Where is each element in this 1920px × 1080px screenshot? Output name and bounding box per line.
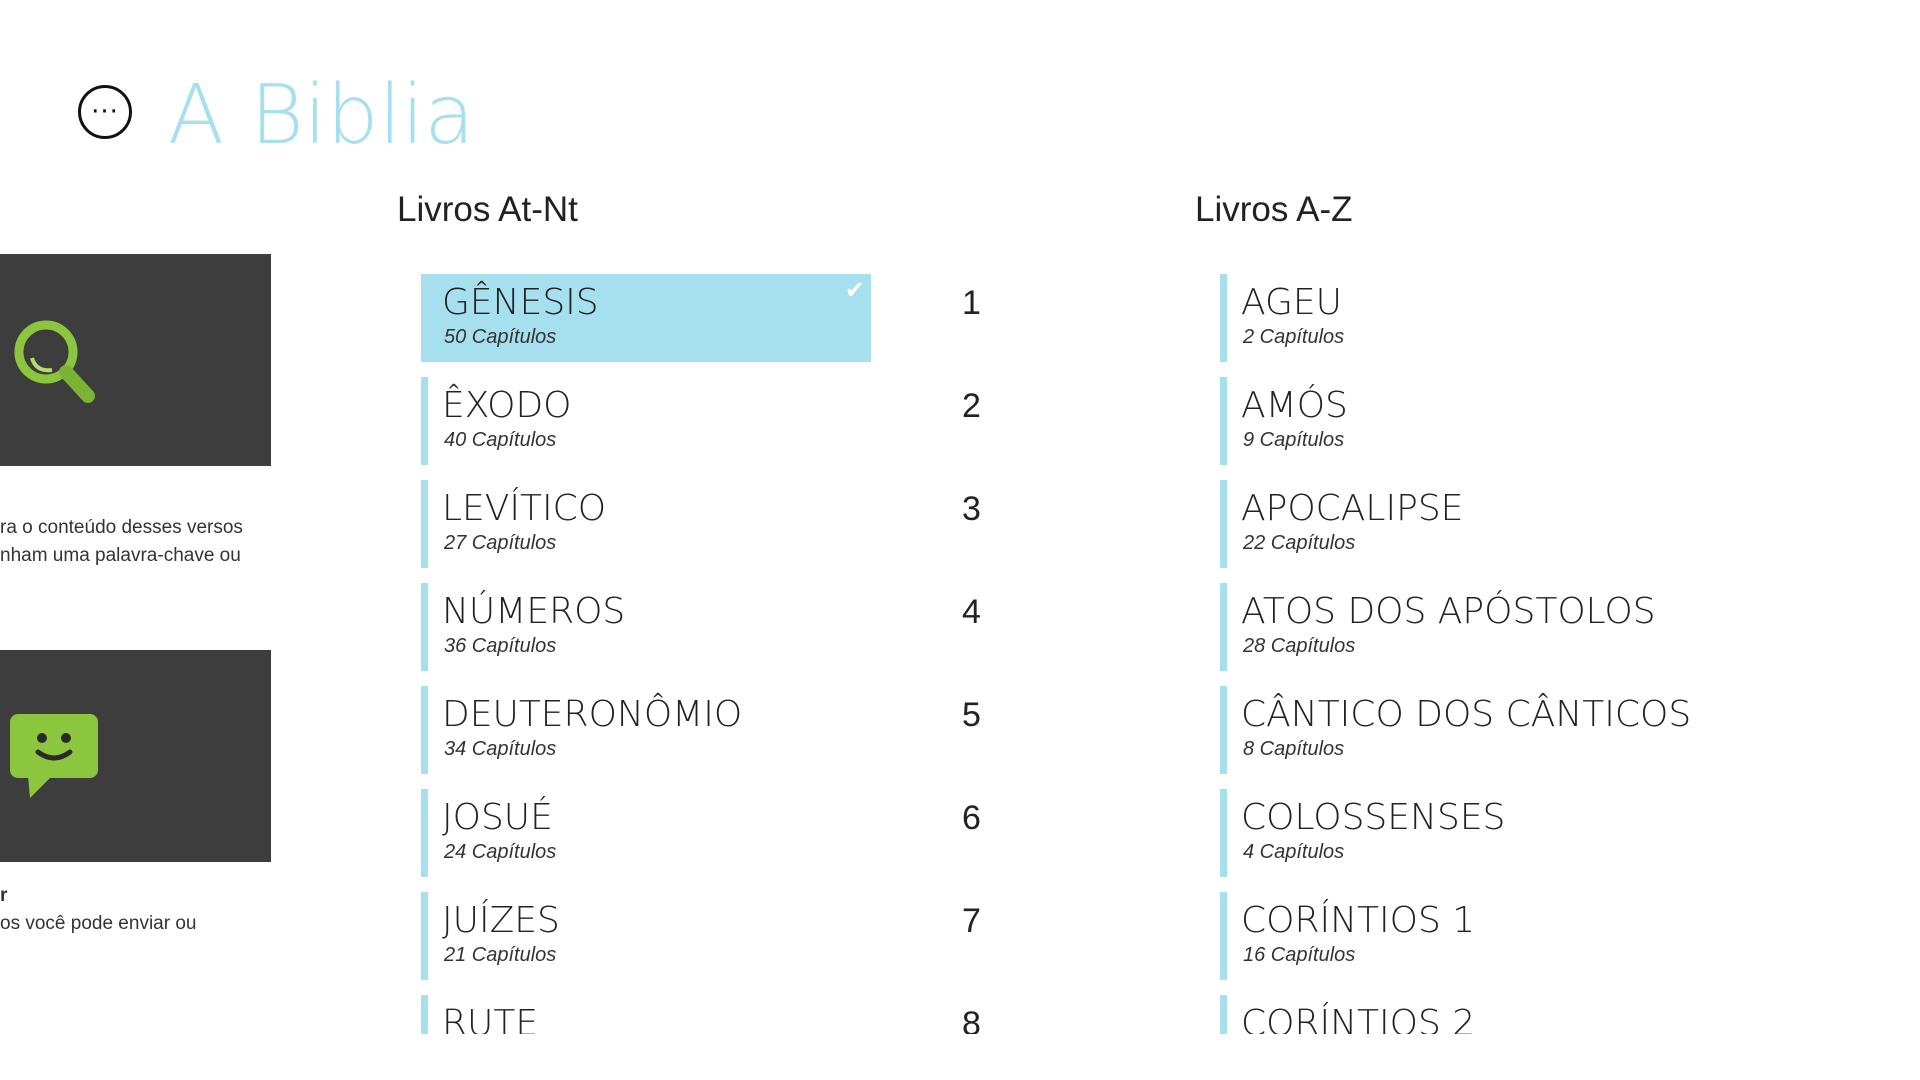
book-item-rute[interactable]: RUTE 8: [421, 995, 1001, 1034]
book-number: 6: [962, 799, 981, 837]
book-item-numeros[interactable]: NÚMEROS 36 Capítulos 4: [421, 583, 1001, 671]
more-options-button[interactable]: ···: [78, 85, 132, 139]
book-name: RUTE: [442, 1003, 539, 1034]
books-list-a-z[interactable]: AGEU 2 Capítulos AMÓS 9 Capítulos APOCAL…: [1220, 274, 1820, 1034]
book-number: 4: [962, 593, 981, 631]
book-name: CÂNTICO DOS CÂNTICOS: [1241, 694, 1692, 735]
book-chapters: 16 Capítulos: [1243, 944, 1356, 966]
checkmark-icon: ✔: [844, 276, 865, 304]
magnifier-icon: [14, 320, 95, 403]
book-number: 8: [962, 1005, 981, 1034]
book-item-levitico[interactable]: LEVÍTICO 27 Capítulos 3: [421, 480, 1001, 568]
book-name: JOSUÉ: [442, 797, 553, 838]
book-item-exodo[interactable]: ÊXODO 40 Capítulos 2: [421, 377, 1001, 465]
share-feature-tile[interactable]: [0, 650, 271, 862]
books-list-at-nt[interactable]: GÊNESIS 50 Capítulos ✔ 1 ÊXODO 40 Capítu…: [421, 274, 1001, 1034]
book-name: NÚMEROS: [442, 591, 626, 632]
section-heading-a-z: Livros A-Z: [1195, 190, 1353, 229]
book-chapters: 24 Capítulos: [444, 841, 557, 863]
book-name: ATOS DOS APÓSTOLOS: [1241, 591, 1656, 632]
book-chapters: 34 Capítulos: [444, 738, 557, 760]
book-name: JUÍZES: [442, 900, 560, 941]
book-item-ageu[interactable]: AGEU 2 Capítulos: [1220, 274, 1820, 362]
book-item-amos[interactable]: AMÓS 9 Capítulos: [1220, 377, 1820, 465]
book-name: AMÓS: [1241, 385, 1348, 426]
book-item-corintios-1[interactable]: CORÍNTIOS 1 16 Capítulos: [1220, 892, 1820, 980]
book-number: 3: [962, 490, 981, 528]
book-chapters: 22 Capítulos: [1243, 532, 1356, 554]
book-chapters: 36 Capítulos: [444, 635, 557, 657]
search-feature-tile[interactable]: [0, 254, 271, 466]
book-chapters: 27 Capítulos: [444, 532, 557, 554]
book-item-deuteronomio[interactable]: DEUTERONÔMIO 34 Capítulos 5: [421, 686, 1001, 774]
book-number: 1: [962, 284, 981, 322]
book-chapters: 4 Capítulos: [1243, 841, 1345, 863]
book-item-genesis[interactable]: GÊNESIS 50 Capítulos ✔ 1: [421, 274, 981, 362]
book-chapters: 9 Capítulos: [1243, 429, 1345, 451]
book-name: DEUTERONÔMIO: [442, 694, 743, 735]
book-item-apocalipse[interactable]: APOCALIPSE 22 Capítulos: [1220, 480, 1820, 568]
book-item-juizes[interactable]: JUÍZES 21 Capítulos 7: [421, 892, 1001, 980]
app-title: A Biblia: [168, 68, 475, 163]
book-name: CORÍNTIOS 1: [1241, 900, 1476, 941]
book-name: GÊNESIS: [442, 282, 599, 323]
book-name: AGEU: [1241, 282, 1342, 323]
share-feature-description: r os você pode enviar ou: [0, 885, 197, 934]
book-name: ÊXODO: [442, 385, 572, 426]
book-chapters: 40 Capítulos: [444, 429, 557, 451]
book-name: LEVÍTICO: [442, 488, 607, 529]
ellipsis-icon: ···: [91, 97, 119, 127]
book-name: COLOSSENSES: [1241, 797, 1506, 838]
search-feature-description: ra o conteúdo desses versos nham uma pal…: [0, 517, 243, 566]
book-item-corintios-2[interactable]: CORÍNTIOS 2: [1220, 995, 1820, 1034]
section-heading-at-nt: Livros At-Nt: [397, 190, 578, 229]
book-chapters: 28 Capítulos: [1243, 635, 1356, 657]
book-chapters: 21 Capítulos: [444, 944, 557, 966]
book-number: 5: [962, 696, 981, 734]
book-item-cantico[interactable]: CÂNTICO DOS CÂNTICOS 8 Capítulos: [1220, 686, 1820, 774]
book-item-atos[interactable]: ATOS DOS APÓSTOLOS 28 Capítulos: [1220, 583, 1820, 671]
book-name: CORÍNTIOS 2: [1241, 1003, 1476, 1034]
book-chapters: 2 Capítulos: [1243, 326, 1345, 348]
book-number: 2: [962, 387, 981, 425]
book-chapters: 50 Capítulos: [444, 326, 557, 348]
book-chapters: 8 Capítulos: [1243, 738, 1345, 760]
book-item-colossenses[interactable]: COLOSSENSES 4 Capítulos: [1220, 789, 1820, 877]
book-name: APOCALIPSE: [1241, 488, 1464, 529]
chat-smile-icon: [10, 714, 98, 798]
book-number: 7: [962, 902, 981, 940]
book-item-josue[interactable]: JOSUÉ 24 Capítulos 6: [421, 789, 1001, 877]
